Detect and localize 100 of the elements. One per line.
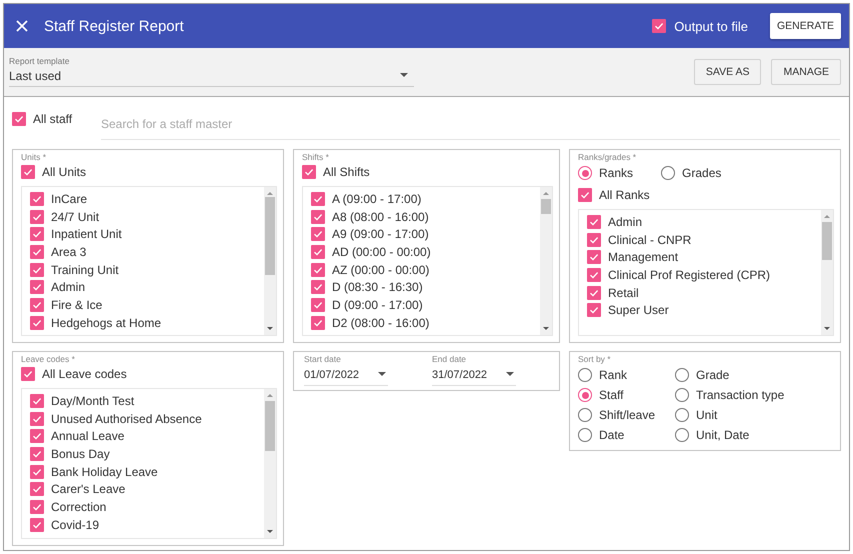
- scrollbar[interactable]: [264, 389, 276, 538]
- checkbox[interactable]: [30, 500, 44, 514]
- radio-label: Date: [599, 428, 624, 442]
- window-title: Staff Register Report: [44, 18, 185, 34]
- radio-button[interactable]: [675, 408, 689, 422]
- checkbox[interactable]: [311, 316, 325, 330]
- checkbox[interactable]: [587, 232, 601, 247]
- checkmark-icon: [32, 449, 42, 460]
- checkbox[interactable]: [311, 210, 325, 224]
- checkmark-icon: [589, 305, 599, 316]
- radio-button[interactable]: [675, 428, 689, 442]
- checkbox[interactable]: [30, 192, 44, 206]
- checkbox[interactable]: [30, 464, 44, 479]
- checkmark-icon: [32, 502, 42, 512]
- checkbox[interactable]: [587, 215, 601, 229]
- checkbox[interactable]: [30, 412, 44, 426]
- date-field[interactable]: End date 31/07/2022: [432, 354, 516, 386]
- list-item-label: Annual Leave: [51, 429, 124, 444]
- checkmark-icon: [589, 234, 599, 245]
- close-icon[interactable]: [16, 20, 28, 32]
- scrollbar[interactable]: [264, 187, 276, 335]
- list-item-label: 24/7 Unit: [51, 210, 100, 224]
- list-item-label: InCare: [51, 192, 88, 206]
- checkmark-icon: [580, 190, 590, 200]
- radio-button[interactable]: [675, 368, 689, 382]
- checkbox[interactable]: [587, 268, 601, 282]
- checkbox[interactable]: [21, 367, 35, 381]
- checkmark-icon: [313, 264, 323, 275]
- checkbox[interactable]: [30, 210, 44, 224]
- checkbox[interactable]: [30, 298, 44, 312]
- checkbox[interactable]: [30, 482, 44, 496]
- checkbox[interactable]: [587, 286, 601, 300]
- checkmark-icon: [32, 318, 42, 328]
- scrollbar[interactable]: [821, 210, 833, 335]
- checkmark-icon: [32, 484, 42, 494]
- radio-button[interactable]: [675, 388, 689, 402]
- radio-label: Transaction type: [696, 388, 784, 402]
- radio-button[interactable]: [578, 428, 592, 442]
- list-item-label: AD (00:00 - 00:00): [332, 245, 431, 260]
- checkbox[interactable]: [30, 518, 44, 532]
- checkbox[interactable]: [30, 280, 44, 294]
- generate-button[interactable]: GENERATE: [770, 13, 841, 39]
- list-item-label: Area 3: [51, 245, 86, 260]
- radio-label: Shift/leave: [599, 408, 656, 422]
- date-field[interactable]: Start date 01/07/2022: [304, 354, 388, 386]
- checkmark-icon: [32, 431, 42, 442]
- select-all-label: All Shifts: [323, 165, 370, 179]
- checkbox[interactable]: [578, 188, 592, 202]
- checkbox[interactable]: [302, 165, 316, 179]
- toolbar-button[interactable]: MANAGE: [771, 59, 841, 85]
- checkbox[interactable]: [311, 262, 325, 277]
- list-item-label: AZ (00:00 - 00:00): [332, 262, 430, 277]
- radio-button[interactable]: [578, 368, 592, 382]
- checkbox[interactable]: [652, 19, 666, 33]
- checkmark-icon: [23, 167, 33, 177]
- list-item-label: Admin: [608, 215, 642, 229]
- checkmark-icon: [32, 194, 42, 204]
- checkbox[interactable]: [311, 192, 325, 206]
- checkmark-icon: [32, 247, 42, 258]
- radio-button[interactable]: [578, 408, 592, 422]
- panel-label: Units *: [21, 152, 48, 162]
- checkmark-icon: [14, 114, 24, 124]
- checkbox[interactable]: [311, 227, 325, 242]
- select-all-label: All Leave codes: [42, 367, 127, 381]
- scrollbar[interactable]: [540, 187, 552, 335]
- checkbox[interactable]: [311, 245, 325, 260]
- checkbox[interactable]: [30, 429, 44, 444]
- list-item-label: Super User: [608, 303, 669, 318]
- checkmark-icon: [313, 318, 323, 328]
- checkbox[interactable]: [587, 303, 601, 318]
- checkbox-label: All staff: [33, 112, 74, 126]
- list-item-label: Inpatient Unit: [51, 227, 122, 242]
- list-item-label: Covid-19: [51, 518, 100, 532]
- checkmark-icon: [313, 247, 323, 258]
- checkmark-icon: [32, 520, 42, 530]
- checkbox[interactable]: [30, 227, 44, 242]
- checkbox[interactable]: [30, 245, 44, 260]
- radio-button[interactable]: [578, 388, 592, 402]
- list-item-label: Day/Month Test: [51, 394, 134, 408]
- checkmark-icon: [32, 466, 42, 477]
- checkmark-icon: [23, 369, 33, 379]
- toolbar-button[interactable]: SAVE AS: [694, 59, 762, 85]
- checkbox[interactable]: [30, 262, 44, 277]
- radio-label: Unit: [696, 408, 718, 422]
- checkbox[interactable]: [21, 165, 35, 179]
- checkbox[interactable]: [311, 298, 325, 312]
- checkbox[interactable]: [30, 447, 44, 462]
- checkbox[interactable]: [12, 112, 26, 126]
- checkmark-icon: [32, 300, 42, 310]
- checkbox[interactable]: [311, 280, 325, 294]
- template-select[interactable]: Report template Last used: [9, 56, 414, 86]
- checkbox[interactable]: [587, 250, 601, 264]
- radio-label: Grade: [696, 368, 730, 382]
- checkbox[interactable]: [30, 394, 44, 408]
- radio-button[interactable]: [661, 166, 676, 180]
- checkmark-icon: [32, 264, 42, 275]
- list-item-label: D2 (08:00 - 16:00): [332, 316, 430, 330]
- panel-label: Leave codes *: [21, 354, 76, 364]
- radio-button[interactable]: [578, 166, 592, 180]
- checkbox[interactable]: [30, 316, 44, 330]
